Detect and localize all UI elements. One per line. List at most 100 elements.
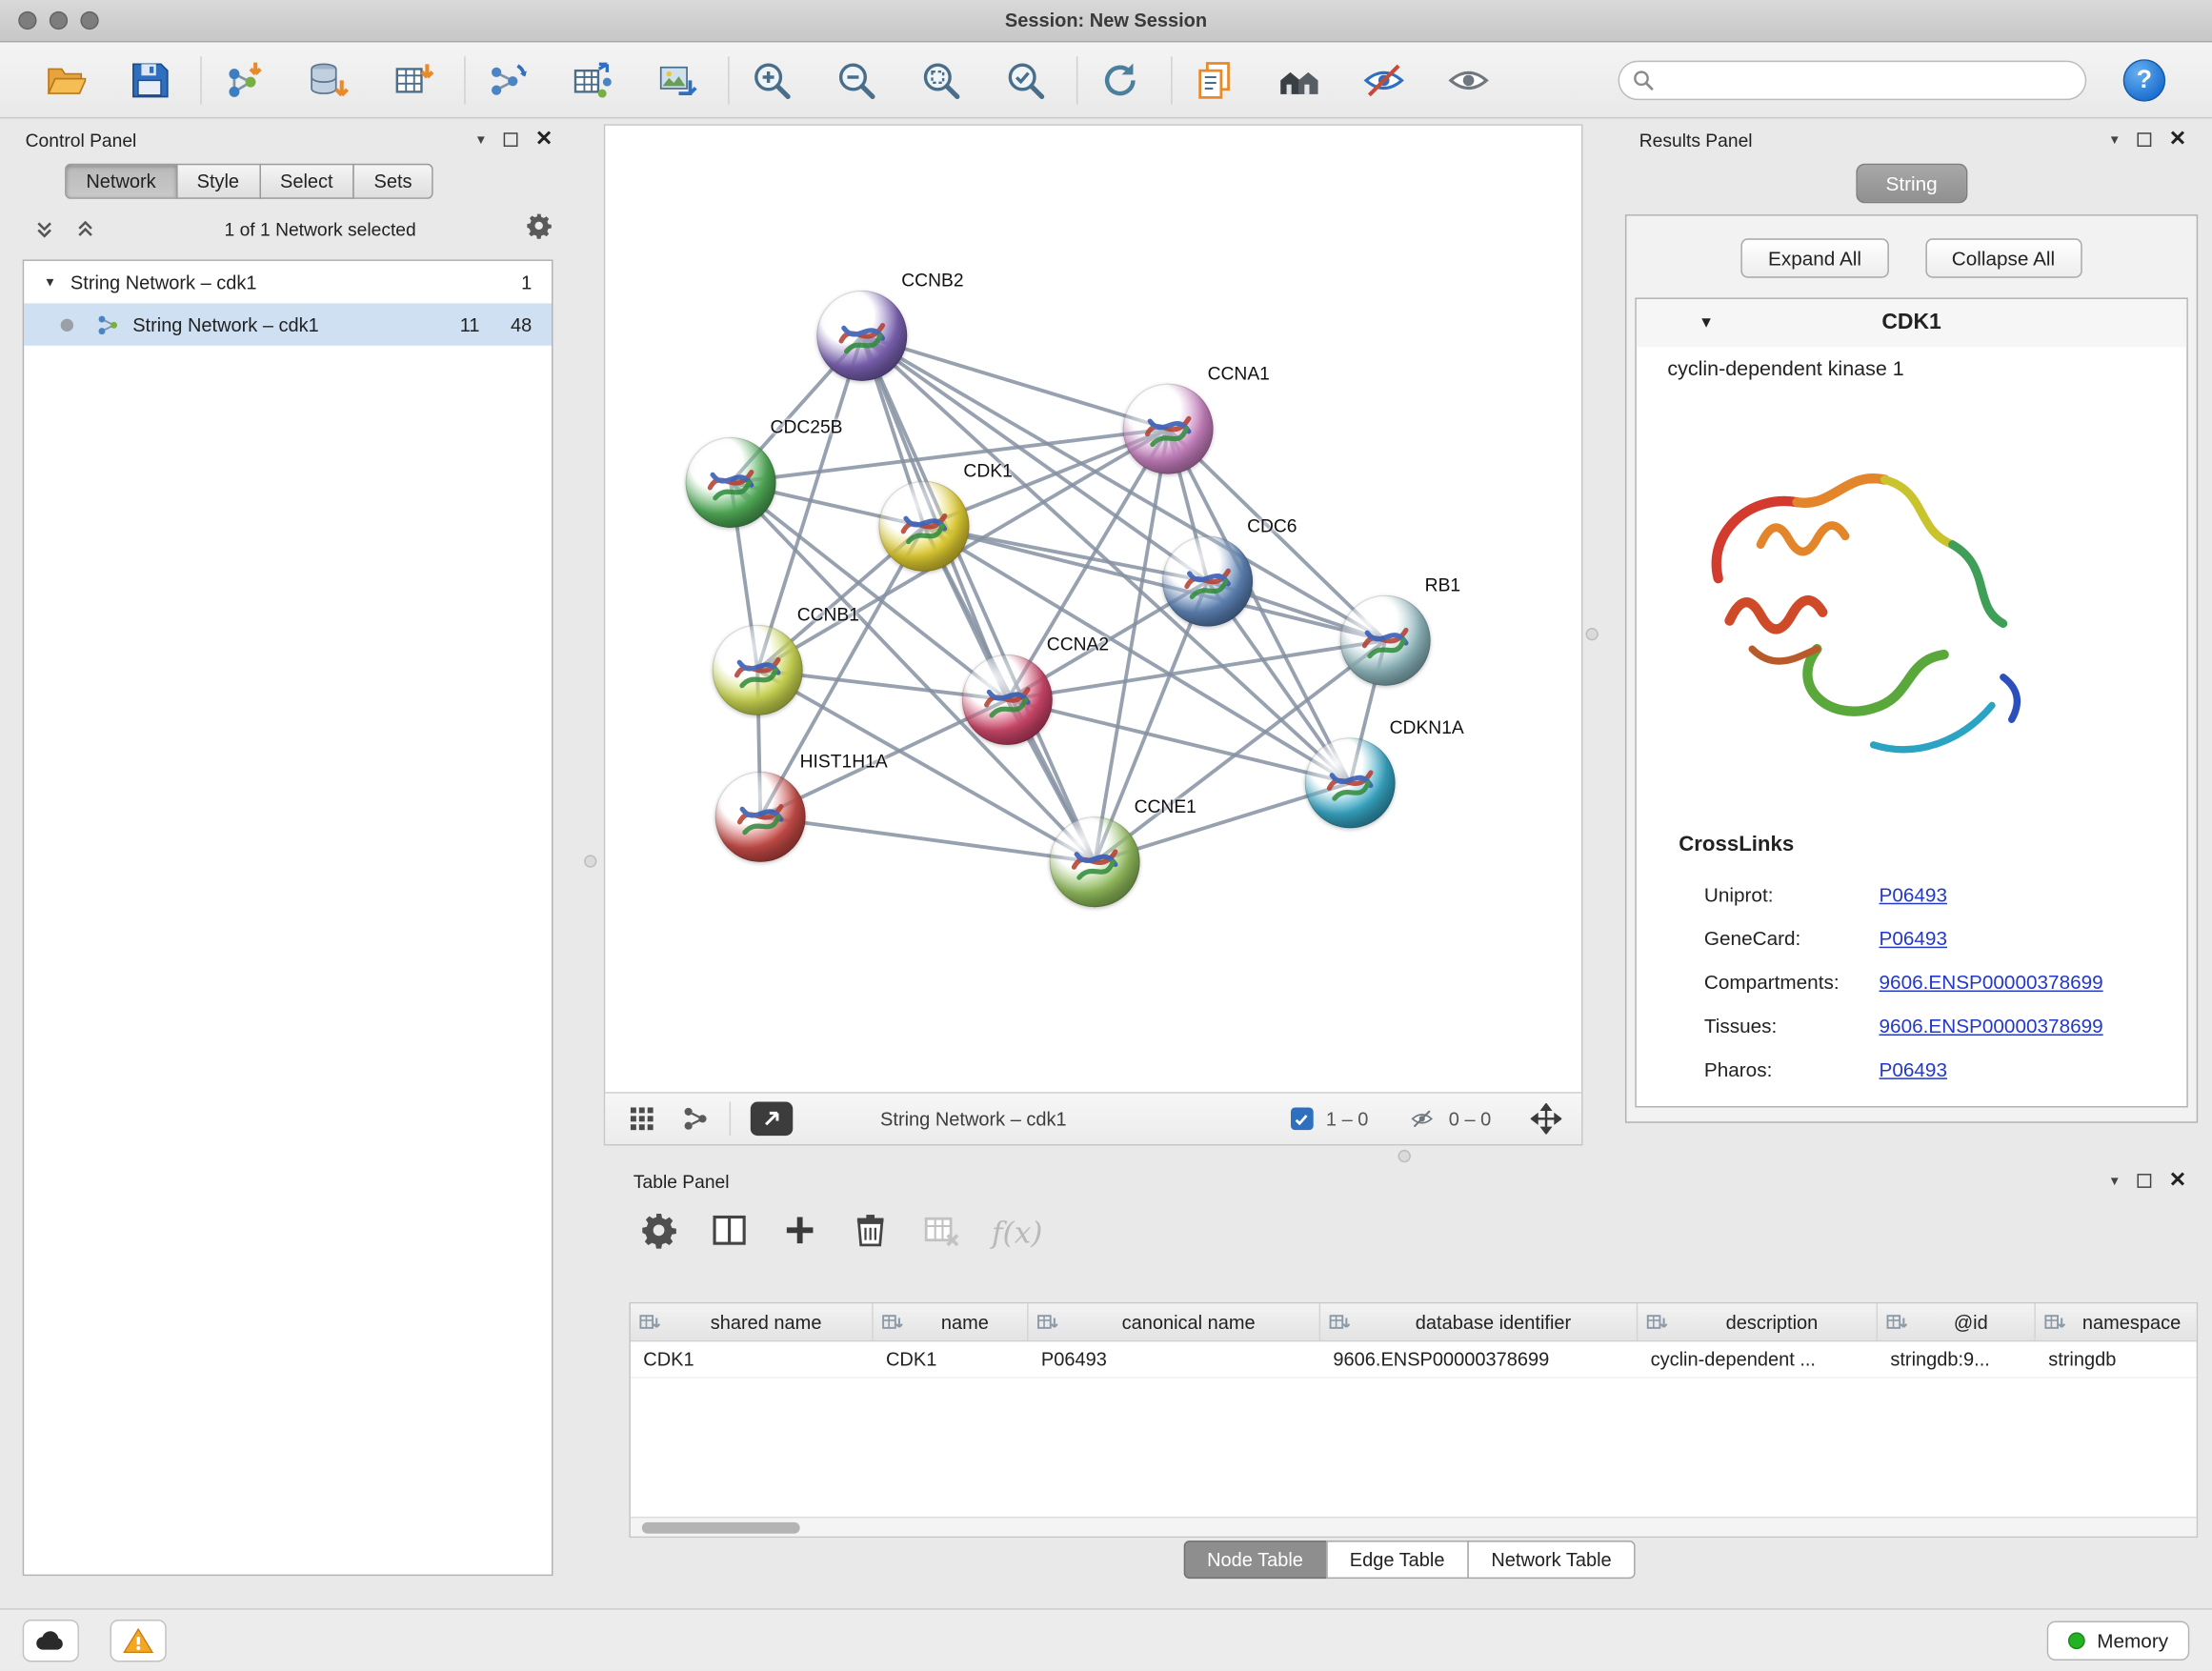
- minimize-window-button[interactable]: [50, 11, 68, 30]
- gene-section-header[interactable]: ▼ CDK1: [1637, 299, 2187, 347]
- horizontal-scrollbar[interactable]: [631, 1517, 2197, 1537]
- network-collection-row[interactable]: ▼ String Network – cdk1 1: [24, 261, 552, 303]
- selected-checkbox-icon[interactable]: [1291, 1107, 1314, 1130]
- column-header-canonical-name[interactable]: canonical name: [1029, 1303, 1321, 1340]
- protein-thumbnail-icon: [1176, 551, 1238, 613]
- import-network-database-button[interactable]: [303, 54, 353, 105]
- delete-column-trash-icon[interactable]: [851, 1210, 890, 1257]
- pan-move-icon[interactable]: [1531, 1103, 1562, 1135]
- network-node-CDC25B[interactable]: [686, 437, 776, 528]
- network-node-CCNB2[interactable]: [816, 291, 907, 381]
- import-table-button[interactable]: [388, 54, 438, 105]
- tab-select[interactable]: Select: [259, 164, 354, 199]
- zoom-window-button[interactable]: [80, 11, 98, 30]
- protein-thumbnail-icon: [1319, 752, 1381, 814]
- open-in-window-button[interactable]: [751, 1102, 793, 1137]
- network-node-CDC6[interactable]: [1162, 536, 1253, 627]
- network-node-CDK1[interactable]: [879, 481, 970, 572]
- network-node-HIST1H1A[interactable]: [715, 772, 806, 862]
- delete-table-icon[interactable]: [921, 1210, 960, 1257]
- panel-float-icon[interactable]: [504, 132, 518, 147]
- warnings-button[interactable]: [111, 1619, 167, 1661]
- close-window-button[interactable]: [18, 11, 36, 30]
- network-node-CCNA2[interactable]: [962, 654, 1053, 745]
- crosslink-value[interactable]: 9606.ENSP00000378699: [1880, 970, 2103, 993]
- column-header-shared-name[interactable]: shared name: [631, 1303, 874, 1340]
- tab-edge-table[interactable]: Edge Table: [1326, 1540, 1469, 1579]
- tab-network-table[interactable]: Network Table: [1467, 1540, 1636, 1579]
- zoom-fit-button[interactable]: [915, 54, 966, 105]
- results-panel-title: Results Panel: [1639, 129, 1753, 150]
- gear-icon[interactable]: [525, 211, 553, 246]
- zoom-selected-button[interactable]: [1000, 54, 1051, 105]
- memory-button[interactable]: Memory: [2047, 1621, 2189, 1660]
- table-row[interactable]: CDK1CDK1P064939606.ENSP00000378699cyclin…: [631, 1341, 2197, 1379]
- panel-menu-icon[interactable]: ▼: [474, 132, 487, 147]
- zoom-in-button[interactable]: [746, 54, 796, 105]
- panel-close-icon[interactable]: ✕: [2169, 132, 2187, 147]
- crosslink-value[interactable]: P06493: [1880, 926, 1947, 949]
- open-session-button[interactable]: [39, 54, 90, 105]
- column-header-name[interactable]: name: [874, 1303, 1029, 1340]
- table-panel-title: Table Panel: [633, 1170, 730, 1191]
- panel-close-icon[interactable]: ✕: [535, 132, 553, 147]
- table-settings-gear-icon[interactable]: [639, 1210, 678, 1257]
- splitter-handle-right[interactable]: [1585, 628, 1598, 640]
- network-canvas[interactable]: CCNB2CCNA1CDC25BCDK1CDC6RB1CCNB1CCNA2CDK…: [605, 126, 1581, 1092]
- clone-network-button[interactable]: [482, 54, 533, 105]
- help-button[interactable]: ?: [2123, 58, 2165, 100]
- network-edge[interactable]: [862, 335, 1168, 429]
- birdseye-view-icon[interactable]: [681, 1105, 710, 1134]
- import-network-file-button[interactable]: [219, 54, 270, 105]
- network-edge[interactable]: [862, 335, 1095, 861]
- hide-selected-button[interactable]: [1358, 54, 1409, 105]
- network-edge[interactable]: [760, 816, 1095, 861]
- expand-all-icon[interactable]: [74, 218, 95, 239]
- export-image-button[interactable]: [652, 54, 702, 105]
- panel-float-icon[interactable]: [2138, 132, 2152, 147]
- tree-expand-icon[interactable]: ▼: [44, 275, 56, 290]
- crosslink-value[interactable]: P06493: [1880, 1057, 1947, 1080]
- tab-sets[interactable]: Sets: [352, 164, 432, 199]
- show-all-button[interactable]: [1443, 54, 1494, 105]
- column-header-database-identifier[interactable]: database identifier: [1320, 1303, 1638, 1340]
- refresh-view-button[interactable]: [1095, 54, 1145, 105]
- panel-menu-icon[interactable]: ▼: [2108, 132, 2121, 147]
- scrollbar-thumb[interactable]: [642, 1522, 800, 1534]
- collapse-all-icon[interactable]: [34, 218, 55, 239]
- network-row-selected[interactable]: String Network – cdk1 11 48: [24, 303, 552, 345]
- save-session-button[interactable]: [124, 54, 174, 105]
- tab-node-table[interactable]: Node Table: [1183, 1540, 1327, 1579]
- tab-style[interactable]: Style: [175, 164, 260, 199]
- column-header--id[interactable]: @id: [1878, 1303, 2036, 1340]
- cloud-status-button[interactable]: [23, 1619, 79, 1661]
- string-results-tab[interactable]: String: [1856, 164, 1966, 203]
- network-from-table-button[interactable]: [567, 54, 617, 105]
- network-node-CCNA1[interactable]: [1123, 384, 1214, 474]
- grid-view-icon[interactable]: [628, 1105, 656, 1134]
- function-builder-icon[interactable]: f(x): [992, 1217, 1042, 1251]
- splitter-handle-left[interactable]: [584, 855, 596, 867]
- search-input[interactable]: [1619, 60, 2087, 99]
- collapse-all-button[interactable]: Collapse All: [1925, 238, 2082, 277]
- tab-network[interactable]: Network: [65, 164, 177, 199]
- panel-float-icon[interactable]: [2138, 1174, 2152, 1188]
- column-header-namespace[interactable]: namespace: [2036, 1303, 2198, 1340]
- panel-menu-icon[interactable]: ▼: [2108, 1174, 2121, 1188]
- network-node-CDKN1A[interactable]: [1305, 737, 1396, 828]
- copy-style-button[interactable]: [1189, 54, 1239, 105]
- show-columns-icon[interactable]: [710, 1210, 749, 1257]
- network-node-CCNE1[interactable]: [1050, 816, 1140, 907]
- column-header-description[interactable]: description: [1638, 1303, 1878, 1340]
- network-node-CCNB1[interactable]: [713, 625, 803, 715]
- crosslink-value[interactable]: P06493: [1880, 882, 1947, 905]
- expand-all-button[interactable]: Expand All: [1741, 238, 1888, 277]
- hidden-eye-icon[interactable]: [1408, 1107, 1437, 1130]
- panel-close-icon[interactable]: ✕: [2169, 1174, 2187, 1188]
- zoom-out-button[interactable]: [831, 54, 881, 105]
- home-view-button[interactable]: [1274, 54, 1324, 105]
- network-node-RB1[interactable]: [1340, 595, 1431, 686]
- add-column-icon[interactable]: [780, 1210, 819, 1257]
- crosslink-value[interactable]: 9606.ENSP00000378699: [1880, 1014, 2103, 1037]
- splitter-handle-bottom[interactable]: [1398, 1150, 1411, 1162]
